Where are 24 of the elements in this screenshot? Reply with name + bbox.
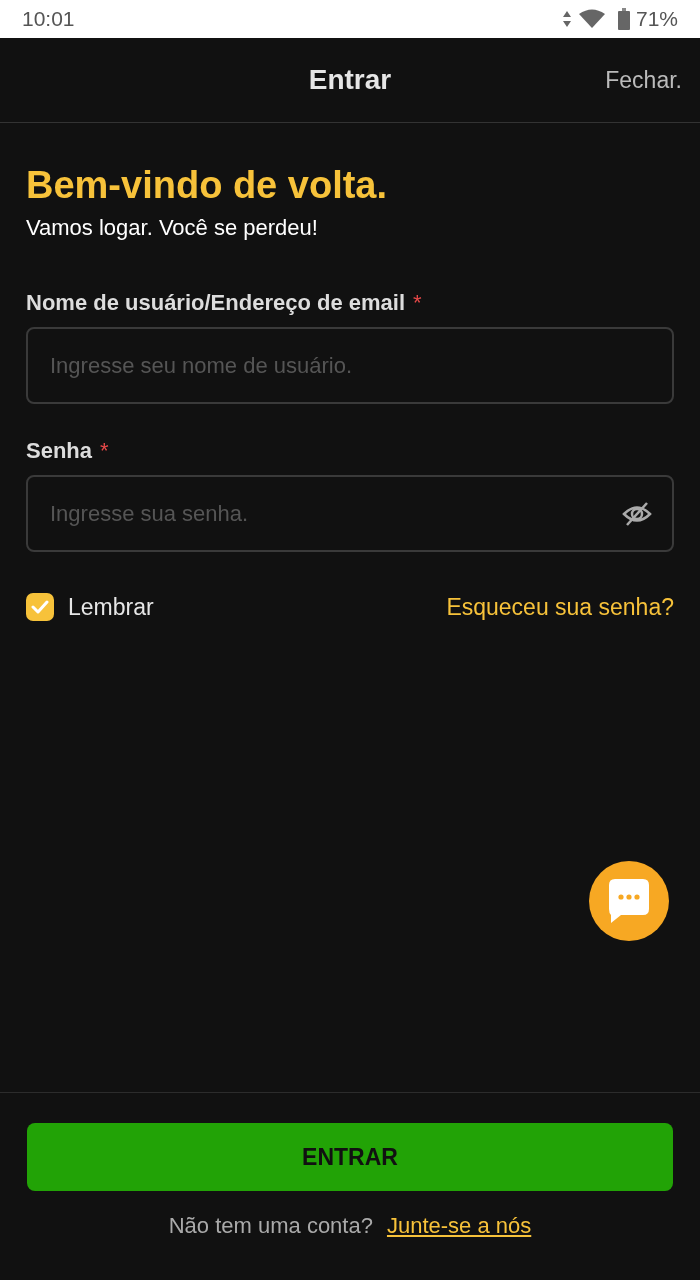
forgot-password-link[interactable]: Esqueceu sua senha?: [446, 590, 674, 625]
field-label: Nome de usuário/Endereço de email: [26, 289, 405, 317]
required-mark: *: [413, 289, 422, 317]
input-field[interactable]: Ingresse seu nome de usuário.: [26, 327, 674, 404]
status-time: 10:01: [22, 6, 75, 33]
field-label: Senha: [26, 437, 93, 465]
battery-icon: [617, 8, 630, 30]
input-field[interactable]: Ingresse sua senha.: [26, 475, 674, 552]
remember-checkbox[interactable]: [26, 593, 54, 622]
wifi-icon: [577, 9, 606, 29]
required-mark: *: [100, 437, 109, 465]
hidden-eye-icon[interactable]: [622, 500, 652, 527]
remember-label: Lembrar: [68, 593, 154, 622]
signup-prompt: Não tem uma conta?: [168, 1212, 373, 1240]
submit-button[interactable]: ENTRAR: [27, 1123, 673, 1191]
chat-bubble-icon: [609, 879, 649, 923]
welcome-subtitle: Vamos logar. Você se perdeu!: [26, 214, 319, 242]
close-button[interactable]: Fechar.: [605, 62, 682, 98]
page-title: Entrar: [308, 63, 392, 97]
battery-percent: 71%: [635, 6, 678, 33]
checkmark-icon: [31, 600, 49, 615]
signup-link[interactable]: Junte-se a nós: [386, 1209, 532, 1242]
welcome-title: Bem-vindo de volta.: [26, 163, 389, 208]
data-arrows-icon: [561, 10, 572, 28]
